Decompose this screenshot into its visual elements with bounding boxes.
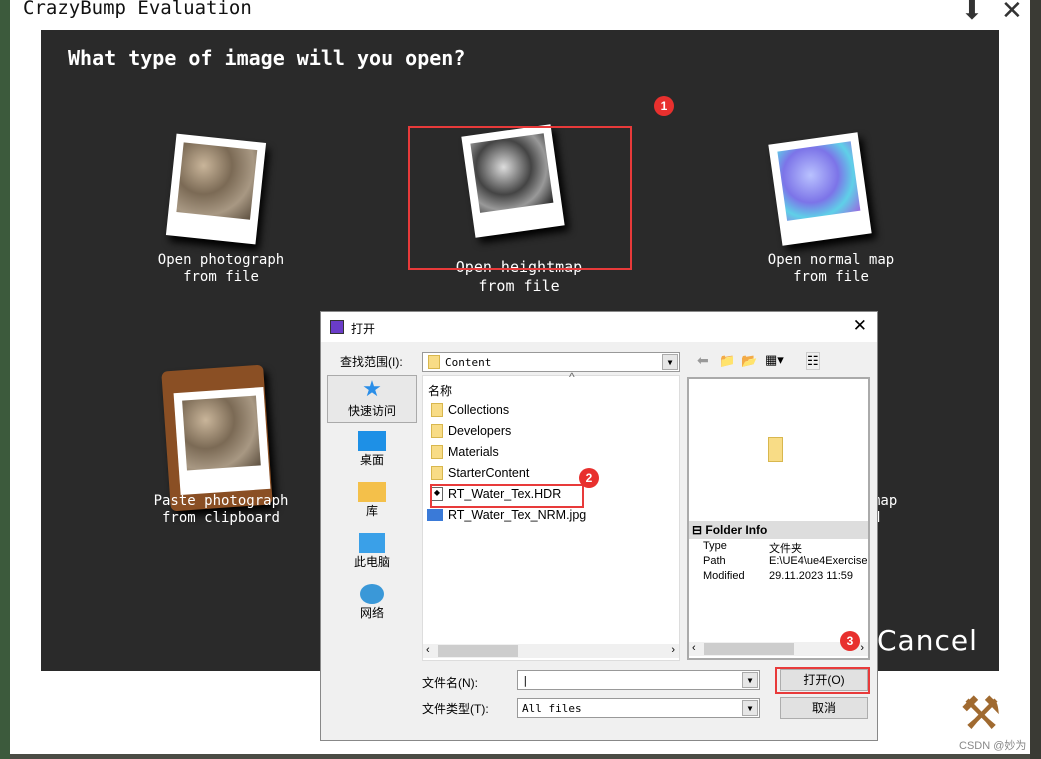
app-icon [330,320,344,334]
tools-logo-icon: ⚒ [960,687,1002,739]
filetype-select[interactable]: All files ▼ [517,698,760,718]
list-item[interactable]: Collections [431,403,509,417]
annotation-badge-2: 2 [579,468,599,488]
filetype-label: 文件类型(T): [422,702,489,716]
look-in-select[interactable]: Content ▼ [422,352,680,372]
image-file-icon [427,509,443,521]
file-list: ^ 名称 Collections Developers Materials St… [422,370,680,661]
annotation-badge-3: 3 [840,631,860,651]
annotation-box-2 [430,484,584,508]
list-item[interactable]: StarterContent [431,466,529,480]
place-network[interactable]: 网络 [327,584,417,621]
folder-icon [431,445,443,459]
question-heading: What type of image will you open? [68,46,466,70]
dialog-title: 打开 [351,322,376,336]
filename-label: 文件名(N): [422,676,478,690]
new-folder-icon[interactable]: 📂 [741,353,757,369]
annotation-box-3 [775,667,870,694]
info-row: Modified 29.11.2023 11:59 [703,570,854,582]
annotation-badge-1: 1 [654,96,674,116]
info-row: Type 文件夹 [703,540,802,555]
sort-arrow-icon: ^ [569,370,575,384]
dialog-titlebar: 打开 ✕ [321,312,877,342]
preview-pane: ⊟ Folder Info Type 文件夹 Path E:\UE4\ue4Exer… [687,377,870,660]
clipboard-photo [173,386,271,496]
folder-icon [431,424,443,438]
place-this-pc[interactable]: 此电脑 [327,533,417,570]
folder-info-header[interactable]: ⊟ Folder Info [689,521,868,539]
file-list-scrollbar[interactable]: ‹ › [423,644,679,658]
open-normalmap-option[interactable]: Open normal map from file [746,252,916,286]
desktop-edge-left [0,0,10,759]
place-desktop[interactable]: 桌面 [327,431,417,468]
window-title: CrazyBump Evaluation [23,0,252,19]
list-item[interactable]: RT_Water_Tex_NRM.jpg [427,508,586,522]
info-row: Path E:\UE4\ue4Exercise [703,555,868,567]
column-header-name[interactable]: 名称 [428,382,452,399]
list-item[interactable]: Developers [431,424,511,438]
preview-toggle-icon[interactable]: ☷ [806,352,820,370]
up-folder-icon[interactable]: 📁 [719,353,735,369]
view-menu-icon[interactable]: ▦▾ [765,352,784,368]
paste-photograph-option[interactable]: Paste photograph from clipboard [141,493,301,527]
photo-thumbnail[interactable] [165,133,267,245]
annotation-box-1 [408,126,632,270]
back-icon[interactable]: ⬅ [697,352,709,369]
watermark: CSDN @妙为 [959,740,1027,752]
places-bar: ★ 快速访问 桌面 库 此电脑 网络 [327,375,417,635]
folder-preview-icon [768,437,783,462]
close-icon[interactable]: ✕ [1001,0,1023,26]
filename-input[interactable]: | ▼ [517,670,760,690]
close-icon[interactable]: ✕ [853,316,867,336]
open-photograph-option[interactable]: Open photograph from file [141,252,301,286]
normalmap-thumbnail[interactable] [768,132,872,246]
arrow-down-icon[interactable]: ⬇ [961,0,983,26]
place-library[interactable]: 库 [327,482,417,519]
folder-icon [431,466,443,480]
folder-icon [431,403,443,417]
cancel-button[interactable]: 取消 [780,697,868,719]
cancel-button[interactable]: Cancel [877,624,978,657]
place-quick-access[interactable]: ★ 快速访问 [327,375,417,423]
look-in-label: 查找范围(I): [340,355,403,369]
desktop-edge-right [1030,0,1041,759]
list-item[interactable]: Materials [431,445,499,459]
paste-normalmap-option[interactable]: mapd [872,493,912,527]
